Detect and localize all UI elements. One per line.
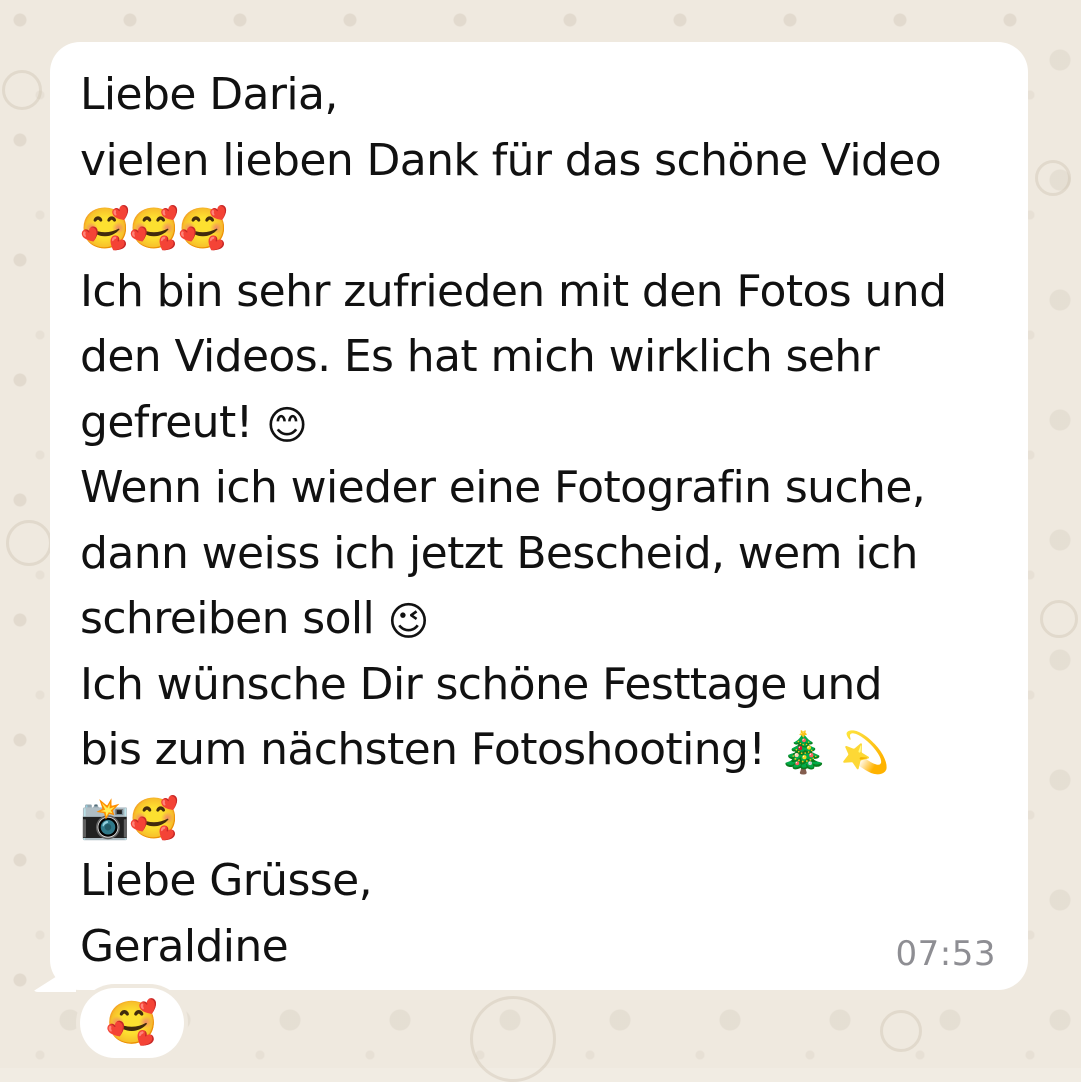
wallpaper-doodle — [6, 520, 52, 566]
message-line: schreiben soll 😉 — [80, 586, 1010, 652]
message-text: Liebe Daria, vielen lieben Dank für das … — [80, 62, 1010, 979]
message-line: gefreut! 😊 — [80, 390, 1010, 456]
message-line: Ich wünsche Dir schöne Festtage und — [80, 658, 883, 710]
wallpaper-doodle — [2, 70, 42, 110]
wallpaper-doodle — [880, 1010, 922, 1052]
message-line: 🥰🥰🥰 — [80, 193, 1010, 259]
message-bubble[interactable]: Liebe Daria, vielen lieben Dank für das … — [50, 42, 1028, 990]
message-line: dann weiss ich jetzt Bescheid, wem ich — [80, 527, 918, 579]
smiling-face-with-hearts-icon: 🥰 — [105, 998, 159, 1047]
message-line: Liebe Daria, — [80, 69, 338, 120]
message-line: den Videos. Es hat mich wirklich sehr — [80, 331, 880, 382]
christmas-tree-and-dizzy-emojis: 🎄 💫 — [778, 730, 890, 776]
wallpaper-doodle — [1040, 600, 1078, 638]
message-line: Wenn ich wieder eine Fotografin suche, — [80, 462, 926, 513]
message-line-text: schreiben soll — [80, 593, 388, 644]
message-line: bis zum nächsten Fotoshooting! 🎄 💫 — [80, 717, 1010, 783]
message-timestamp: 07:53 — [895, 934, 996, 974]
wallpaper-doodle — [470, 996, 556, 1082]
camera-flash-and-hearts-emojis: 📸🥰 — [80, 795, 179, 842]
winking-face-emoji: 😉 — [387, 599, 430, 645]
message-line-text: bis zum nächsten Fotoshooting! — [80, 724, 779, 775]
smiling-face-with-hearts-emojis: 🥰🥰🥰 — [80, 206, 228, 252]
message-reaction[interactable]: 🥰 — [80, 988, 184, 1058]
message-line: 📸🥰 — [80, 783, 1010, 849]
message-line: Ich bin sehr zufrieden mit den Fotos und — [80, 265, 947, 317]
message-line: Liebe Grüsse, — [80, 855, 373, 906]
message-line-text: gefreut! — [80, 396, 267, 448]
wallpaper-doodle — [1035, 160, 1071, 196]
message-line: vielen lieben Dank für das schöne Video — [80, 134, 942, 186]
message-line: Geraldine — [80, 920, 289, 972]
smiling-face-emoji: 😊 — [266, 402, 308, 449]
